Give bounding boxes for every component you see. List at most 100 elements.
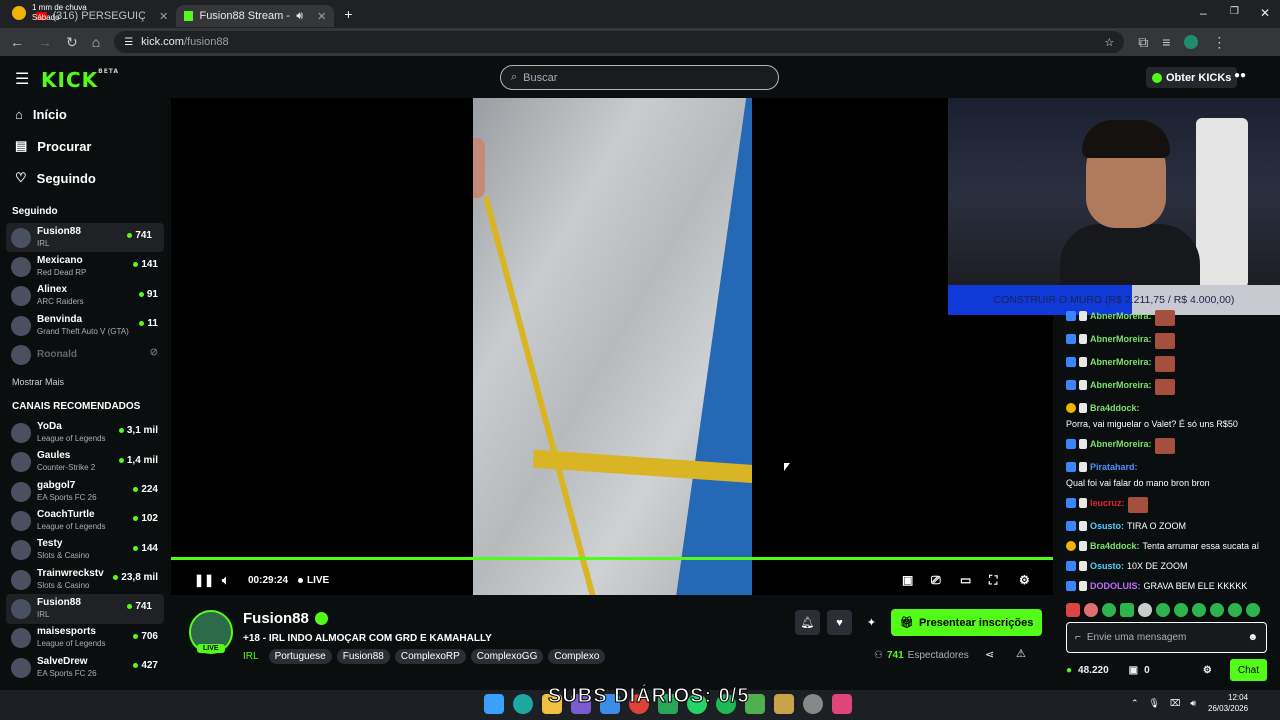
chat-send-button[interactable]: Chat: [1229, 659, 1267, 681]
channel-item[interactable]: maisesports League of Legends 706: [0, 624, 170, 653]
chat-username[interactable]: Osusto:: [1090, 560, 1124, 573]
edge-icon[interactable]: [513, 694, 533, 714]
show-more-link[interactable]: Mostrar Mais: [0, 369, 170, 389]
channel-item[interactable]: SalveDrew EA Sports FC 26 427: [0, 653, 170, 682]
reload-icon[interactable]: ↻: [66, 34, 78, 51]
emote-icon[interactable]: [1102, 603, 1116, 617]
microphone-icon[interactable]: 🎙︎: [1149, 698, 1160, 709]
video-player[interactable]: ❚❚ 🔈︎ 00:29:24 LIVE ▣ ⎚ ▭ ⛶ ⚙: [171, 98, 1053, 595]
extensions-icon[interactable]: ⧉: [1138, 34, 1148, 51]
channel-item[interactable]: Testy Slots & Casino 144: [0, 536, 170, 565]
emote-icon[interactable]: [1228, 603, 1242, 617]
follow-heart-button[interactable]: ♥: [827, 610, 852, 635]
get-kicks-button[interactable]: Obter KICKs: [1146, 67, 1238, 88]
close-window-icon[interactable]: ✕: [1260, 6, 1270, 20]
chat-username[interactable]: AbnerMoreira:: [1090, 379, 1152, 392]
pause-icon[interactable]: ❚❚: [194, 573, 214, 587]
emote-icon[interactable]: [1084, 603, 1098, 617]
chat-username[interactable]: AbnerMoreira:: [1090, 333, 1152, 346]
forward-icon[interactable]: →: [38, 34, 52, 50]
channel-item[interactable]: Mexicano Red Dead RP 141: [0, 252, 170, 281]
miniplayer-icon[interactable]: ▣: [902, 573, 913, 587]
chat-username[interactable]: AbnerMoreira:: [1090, 310, 1152, 323]
emote-icon[interactable]: [1210, 603, 1224, 617]
theater-mode-icon[interactable]: ▭: [960, 573, 971, 587]
emote-icon[interactable]: [1156, 603, 1170, 617]
new-tab-icon[interactable]: +: [344, 6, 352, 22]
chat-username[interactable]: Piratahard:: [1090, 461, 1138, 474]
share-icon[interactable]: ⋖: [985, 648, 994, 661]
emote-icon[interactable]: [1174, 603, 1188, 617]
stream-category[interactable]: IRL: [243, 651, 259, 662]
settings-icon[interactable]: ⚙: [1019, 573, 1030, 587]
media-icon[interactable]: ≡: [1162, 34, 1170, 50]
hamburger-menu-icon[interactable]: ☰: [15, 69, 29, 89]
app-icon[interactable]: [774, 694, 794, 714]
chat-username[interactable]: AbnerMoreira:: [1090, 356, 1152, 369]
nav-browse[interactable]: ▤ Procurar: [0, 130, 170, 162]
app-icon[interactable]: [832, 694, 852, 714]
report-icon[interactable]: ⚠: [1016, 647, 1026, 660]
channel-item[interactable]: Fusion88 IRL 741: [6, 223, 164, 253]
channel-item[interactable]: Roonald ⊘: [0, 340, 170, 369]
tag[interactable]: Complexo: [548, 649, 606, 664]
audio-icon[interactable]: 🔊︎: [296, 10, 303, 23]
emote-icon[interactable]: [1246, 603, 1260, 617]
chat-username[interactable]: leucruz:: [1090, 497, 1125, 510]
minimize-icon[interactable]: –: [1200, 6, 1207, 20]
close-icon[interactable]: ✕: [317, 10, 326, 23]
menu-icon[interactable]: ⋮: [1212, 34, 1226, 51]
speaker-icon[interactable]: 🔊︎: [1190, 698, 1196, 709]
channel-item[interactable]: Gaules Counter-Strike 2 1,4 mil: [0, 448, 170, 477]
restore-icon[interactable]: ❐: [1230, 6, 1239, 17]
channel-item[interactable]: Trainwreckstv Slots & Casino 23,8 mil: [0, 565, 170, 594]
url-field[interactable]: ☰ kick.com/fusion88 ☆: [114, 31, 1125, 53]
chat-settings-icon[interactable]: ⚙: [1203, 665, 1212, 676]
video-progress-bar[interactable]: [171, 557, 1053, 560]
notification-bell-button[interactable]: 🔔︎: [795, 610, 820, 635]
chat-username[interactable]: Bra4ddock:: [1090, 540, 1140, 553]
tab-kick[interactable]: Fusion88 Stream - Watch Li 🔊︎ ✕: [176, 5, 335, 27]
emote-icon[interactable]: [1120, 603, 1134, 617]
kicks-balance[interactable]: 48.220: [1078, 665, 1109, 676]
search-input[interactable]: ⌕ Buscar: [500, 65, 779, 90]
drops-count[interactable]: 0: [1144, 665, 1150, 676]
taskbar-clock[interactable]: 12:04 26/03/2026: [1208, 692, 1248, 714]
channel-item[interactable]: Alinex ARC Raiders 91: [0, 282, 170, 311]
emote-icon[interactable]: [1192, 603, 1206, 617]
close-icon[interactable]: ✕: [159, 10, 168, 23]
emoji-icon[interactable]: ☻: [1247, 632, 1258, 643]
fullscreen-icon[interactable]: ⛶: [989, 573, 997, 588]
channel-item[interactable]: CoachTurtle League of Legends 102: [0, 506, 170, 535]
nav-home[interactable]: ⌂ Início: [0, 98, 170, 130]
chat-username[interactable]: AbnerMoreira:: [1090, 438, 1152, 451]
channel-item[interactable]: YoDa League of Legends 3,1 mil: [0, 418, 170, 447]
nav-following[interactable]: ♡ Seguindo: [0, 162, 170, 194]
user-menu-icon[interactable]: ●●: [1234, 70, 1250, 84]
chevron-up-icon[interactable]: ⌃: [1131, 698, 1139, 709]
channel-item[interactable]: gabgol7 EA Sports FC 26 224: [0, 477, 170, 506]
back-icon[interactable]: ←: [10, 34, 24, 50]
kick-logo[interactable]: KICKBETA: [41, 68, 119, 92]
site-info-icon[interactable]: ☰: [124, 37, 133, 48]
app-icon[interactable]: [803, 694, 823, 714]
weather-widget[interactable]: 1 mm de chuva Sábado: [12, 3, 87, 23]
network-icon[interactable]: ⌧: [1170, 698, 1180, 709]
emote-icon[interactable]: [1066, 603, 1080, 617]
tag[interactable]: Portuguese: [268, 649, 332, 664]
chat-input[interactable]: ⌐ Envie uma mensagem ☻: [1066, 622, 1267, 653]
chat-username[interactable]: Bra4ddock:: [1090, 402, 1140, 415]
home-icon[interactable]: ⌂: [92, 34, 100, 50]
tag[interactable]: ComplexoGG: [470, 649, 544, 664]
bookmark-star-icon[interactable]: ☆: [1104, 36, 1114, 49]
volume-icon[interactable]: 🔈︎: [222, 573, 229, 588]
emote-icon[interactable]: [1138, 603, 1152, 617]
channel-item[interactable]: Benvinda Grand Theft Auto V (GTA) 11: [0, 311, 170, 340]
channel-item[interactable]: Fusion88 IRL 741: [6, 594, 164, 624]
clip-icon[interactable]: ⎚: [931, 573, 941, 588]
tag[interactable]: Fusion88: [336, 649, 390, 664]
chat-username[interactable]: Osusto:: [1090, 520, 1124, 533]
gift-subs-button[interactable]: 🎁︎ Presentear inscrições: [891, 609, 1043, 636]
streamer-name[interactable]: Fusion88: [243, 610, 328, 627]
more-actions-button[interactable]: ✦: [859, 610, 884, 635]
